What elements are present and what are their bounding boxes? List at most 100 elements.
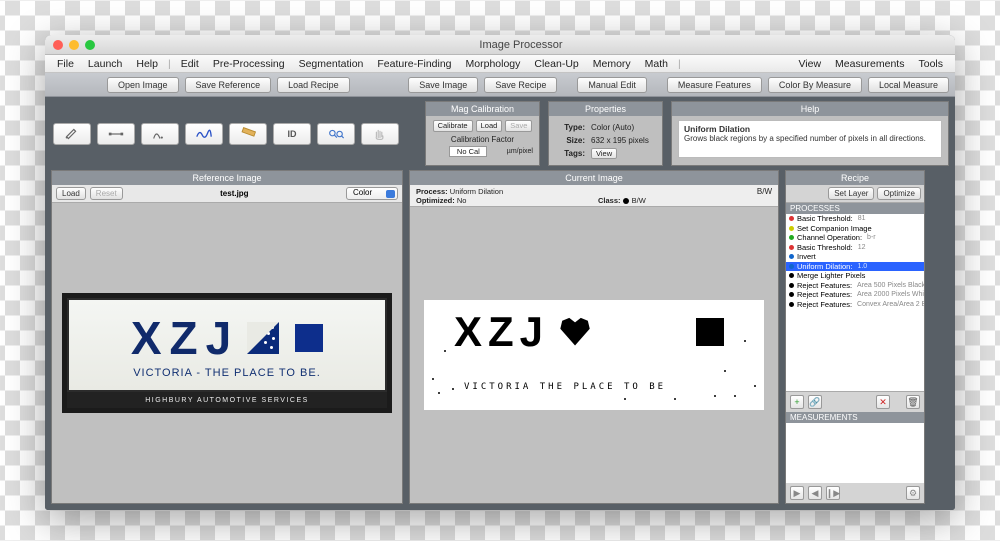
save-recipe-button[interactable]: Save Recipe <box>484 77 557 93</box>
menu-morphology[interactable]: Morphology <box>460 58 527 70</box>
step-fwd-button[interactable]: ❙▶ <box>826 486 840 500</box>
process-item[interactable]: Merge Lighter Pixels <box>786 271 924 281</box>
cal-load-button[interactable]: Load <box>476 120 503 132</box>
process-item[interactable]: Channel Operation:b-r <box>786 233 924 243</box>
measure-features-button[interactable]: Measure Features <box>667 77 762 93</box>
color-by-measure-button[interactable]: Color By Measure <box>768 77 862 93</box>
tool-shelf: ID <box>51 101 401 166</box>
process-param: Area 2000 Pixels White <box>857 291 924 298</box>
process-item[interactable]: Set Companion Image <box>786 224 924 234</box>
menu-launch[interactable]: Launch <box>82 58 128 70</box>
id-tool-icon[interactable]: ID <box>273 123 311 145</box>
recipe-playback-ops: ▶ ◀ ❙▶ ⚙ <box>786 483 924 503</box>
local-measure-button[interactable]: Local Measure <box>868 77 949 93</box>
process-param: 81 <box>858 215 866 222</box>
optimize-button[interactable]: Optimize <box>877 187 921 200</box>
menu-feature-finding[interactable]: Feature-Finding <box>371 58 457 70</box>
process-name: Reject Features: <box>797 290 852 299</box>
delete-step-button[interactable]: ✕ <box>876 395 890 409</box>
menu-clean-up[interactable]: Clean-Up <box>528 58 584 70</box>
ref-load-button[interactable]: Load <box>56 187 86 200</box>
cur-class-label: Class: <box>598 196 621 205</box>
ruler-tool-icon[interactable] <box>229 123 267 145</box>
link-step-button[interactable]: 🔗 <box>808 395 822 409</box>
open-image-button[interactable]: Open Image <box>107 77 179 93</box>
maximize-window-icon[interactable] <box>85 40 95 50</box>
cur-opt-label: Optimized: <box>416 196 455 205</box>
cal-save-button[interactable]: Save <box>505 120 532 132</box>
menu-math[interactable]: Math <box>639 58 674 70</box>
process-item[interactable]: Basic Threshold:81 <box>786 214 924 224</box>
step-back-button[interactable]: ◀ <box>808 486 822 500</box>
process-item[interactable]: Reject Features: Area 2000 Pixels White <box>786 290 924 300</box>
play-button[interactable]: ▶ <box>790 486 804 500</box>
menu-bar: File Launch Help | Edit Pre-Processing S… <box>45 55 955 73</box>
current-viewport[interactable]: XZJ VICTORIA THE PLACE TO BE <box>410 207 778 503</box>
cur-mode-select[interactable]: B/W <box>757 187 772 196</box>
prop-type-value: Color (Auto) <box>589 122 654 133</box>
freehand-tool-icon[interactable] <box>185 123 223 145</box>
menu-file[interactable]: File <box>51 58 80 70</box>
cur-process-value: Uniform Dilation <box>450 187 503 196</box>
plate-frame-text: HIGHBURY AUTOMOTIVE SERVICES <box>67 392 387 408</box>
licence-plate-photo: XZJ VICTORIA - THE <box>62 293 392 413</box>
line-tool-icon[interactable] <box>97 123 135 145</box>
eyedropper-tool-icon[interactable] <box>53 123 91 145</box>
menu-measurements[interactable]: Measurements <box>829 58 910 70</box>
menu-segmentation[interactable]: Segmentation <box>293 58 370 70</box>
help-heading: Uniform Dilation <box>684 124 750 134</box>
status-dot-icon <box>789 273 794 278</box>
process-item[interactable]: Basic Threshold:12 <box>786 243 924 253</box>
process-item[interactable]: Reject Features:Area 500 Pixels Black <box>786 281 924 291</box>
process-name: Merge Lighter Pixels <box>797 271 865 280</box>
settings-button[interactable]: ⚙ <box>906 486 920 500</box>
reference-viewport[interactable]: XZJ VICTORIA - THE <box>52 203 402 503</box>
add-step-button[interactable]: + <box>790 395 804 409</box>
point-tool-icon[interactable] <box>141 123 179 145</box>
save-image-button[interactable]: Save Image <box>408 77 478 93</box>
mag-calibration-panel: Mag Calibration Calibrate Load Save Cali… <box>425 101 540 166</box>
calibration-unit: µm/pixel <box>507 148 533 155</box>
help-body: Grows black regions by a specified numbe… <box>684 134 926 143</box>
process-param: b-r <box>867 234 876 241</box>
menu-tools[interactable]: Tools <box>912 58 949 70</box>
plate-chars: XZJ <box>131 311 239 365</box>
process-item[interactable]: Invert <box>786 252 924 262</box>
ref-reset-button[interactable]: Reset <box>90 187 123 200</box>
square-blob-icon <box>696 318 724 346</box>
zoom-tool-icon[interactable] <box>317 123 355 145</box>
measurements-list[interactable] <box>786 423 924 483</box>
menu-view[interactable]: View <box>792 58 827 70</box>
menu-preprocessing[interactable]: Pre-Processing <box>207 58 291 70</box>
menu-edit[interactable]: Edit <box>175 58 205 70</box>
calibration-factor-value: No Cal <box>449 146 487 157</box>
process-list[interactable]: Basic Threshold:81Set Companion ImageCha… <box>786 214 924 329</box>
properties-panel: Properties Type: Color (Auto) Size: 632 … <box>548 101 663 166</box>
ref-mode-select[interactable]: Color <box>346 187 398 200</box>
menu-memory[interactable]: Memory <box>587 58 637 70</box>
prop-tags-view-button[interactable]: View <box>591 148 617 159</box>
status-dot-icon <box>789 254 794 259</box>
close-window-icon[interactable] <box>53 40 63 50</box>
current-image-title: Current Image <box>410 171 778 185</box>
process-item[interactable]: Uniform Dilation:1.0 <box>786 262 924 272</box>
load-recipe-button[interactable]: Load Recipe <box>277 77 350 93</box>
save-reference-button[interactable]: Save Reference <box>185 77 272 93</box>
content-area: ID Mag Calibration Calibrate Load Save <box>45 97 955 510</box>
status-dot-icon <box>789 235 794 240</box>
plate-square-icon <box>295 324 323 352</box>
calibrate-button[interactable]: Calibrate <box>433 120 473 132</box>
menu-separator: | <box>166 58 173 70</box>
cur-class-value: B/W <box>632 196 646 205</box>
process-item[interactable]: Reject Features:Convex Area/Area 2 Bl <box>786 300 924 310</box>
prop-type-label: Type: <box>557 122 587 133</box>
processed-image: XZJ VICTORIA THE PLACE TO BE <box>424 300 764 410</box>
manual-edit-button[interactable]: Manual Edit <box>577 77 647 93</box>
recipe-panel: Recipe Set Layer Optimize PROCESSES Basi… <box>785 170 925 504</box>
minimize-window-icon[interactable] <box>69 40 79 50</box>
set-layer-button[interactable]: Set Layer <box>828 187 874 200</box>
process-list-empty-area <box>786 329 924 391</box>
hand-tool-icon[interactable] <box>361 123 399 145</box>
trash-step-button[interactable]: 🗑 <box>906 395 920 409</box>
menu-help[interactable]: Help <box>130 58 164 70</box>
